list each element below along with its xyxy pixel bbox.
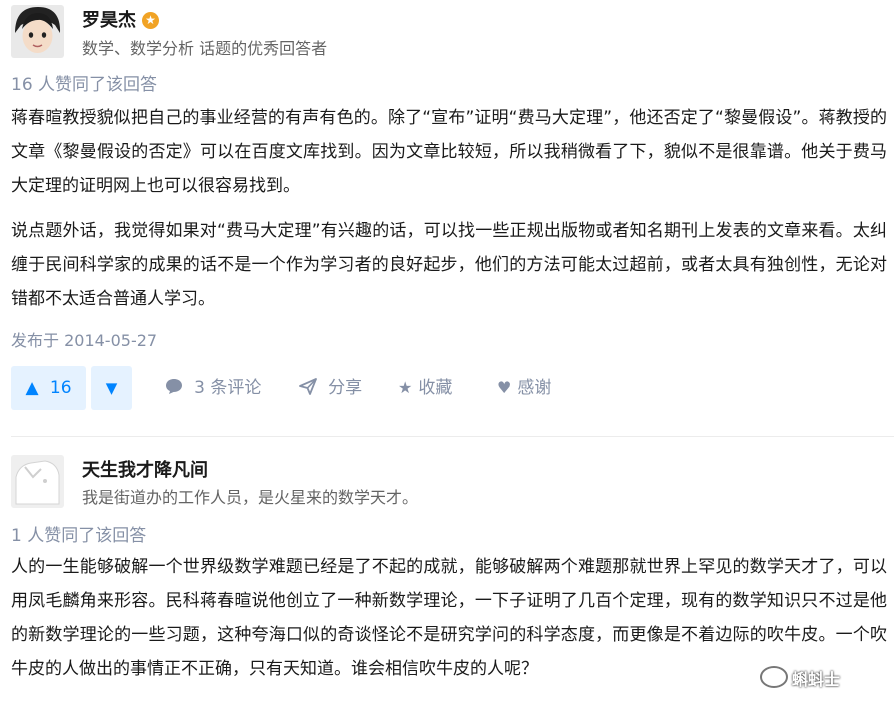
comments-button[interactable]: 3 条评论 [165, 376, 261, 400]
star-badge-icon: ★ [142, 12, 159, 29]
thanks-button[interactable]: ♥ 感谢 [497, 376, 551, 400]
paper-plane-icon [299, 378, 322, 397]
share-label: 分享 [328, 378, 363, 398]
author-name[interactable]: 天生我才降凡间 [82, 456, 208, 482]
star-icon: ★ [398, 378, 413, 397]
author-bio: 数学、数学分析 话题的优秀回答者 [82, 39, 328, 58]
publish-date[interactable]: 发布于 2014-05-27 [11, 327, 157, 351]
heart-icon: ♥ [497, 378, 512, 397]
answer-paragraph: 蒋春暄教授貌似把自己的事业经营的有声有色的。除了“宣布”证明“费马大定理”，他还… [11, 108, 887, 196]
triangle-up-icon: ▲ [25, 378, 39, 398]
author-name[interactable]: 罗昊杰 ★ [82, 6, 159, 32]
thanks-label: 感谢 [517, 378, 552, 398]
share-button[interactable]: 分享 [299, 376, 362, 400]
author-name-text[interactable]: 罗昊杰 [82, 10, 136, 31]
wechat-logo-icon [760, 666, 788, 688]
watermark-text: 蝌蚪士 [792, 670, 841, 689]
collect-button[interactable]: ★ 收藏 [398, 376, 452, 400]
answer-divider [11, 436, 894, 437]
comments-label: 3 条评论 [194, 378, 262, 398]
downvote-button[interactable]: ▼ [91, 366, 132, 410]
default-avatar-icon [11, 455, 64, 508]
watermark: 蝌蚪士 [760, 666, 840, 696]
comment-bubble-icon [165, 378, 188, 397]
answer-paragraph: 说点题外话，我觉得如果对“费马大定理”有兴趣的话，可以找一些正规出版物或者知名期… [11, 221, 887, 309]
avatar-luohaojie[interactable] [11, 5, 64, 58]
avatar-default[interactable] [11, 455, 64, 508]
upvote-summary: 1 人赞同了该回答 [11, 526, 147, 546]
avatar-photo-icon [11, 5, 64, 58]
author-bio: 我是街道办的工作人员，是火星来的数学天才。 [82, 488, 419, 507]
upvote-count: 16 [49, 378, 72, 398]
answer-paragraph: 人的一生能够破解一个世界级数学难题已经是了不起的成就，能够破解两个难题那就世界上… [11, 557, 887, 679]
triangle-down-icon: ▼ [105, 379, 118, 397]
upvote-summary: 16 人赞同了该回答 [11, 75, 158, 95]
collect-label: 收藏 [418, 378, 453, 398]
upvote-button[interactable]: ▲ 16 [11, 366, 86, 410]
